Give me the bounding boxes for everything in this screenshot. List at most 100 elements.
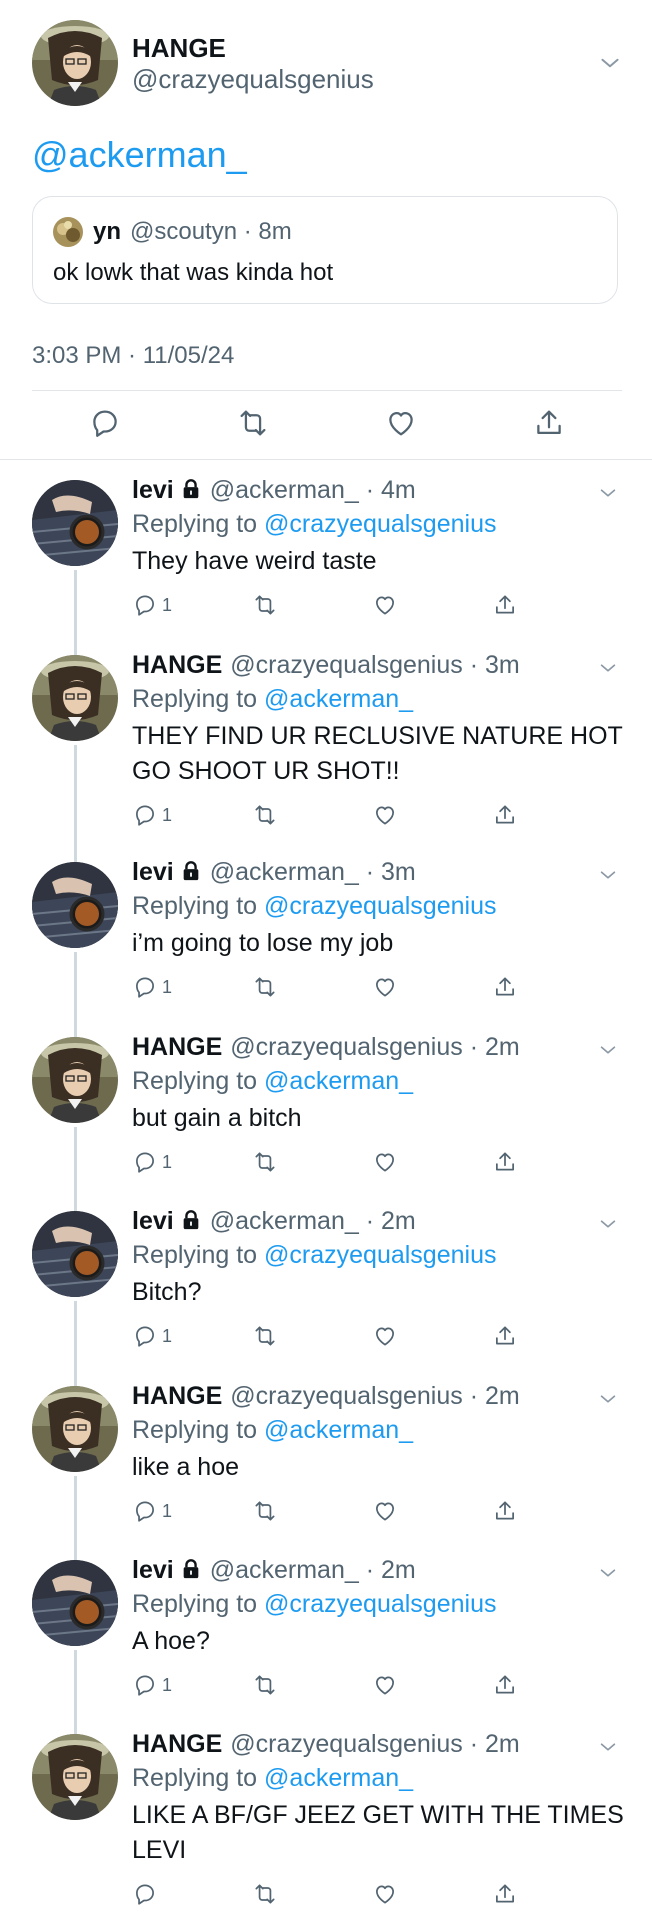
like-button[interactable] <box>372 1880 398 1908</box>
chevron-down-icon[interactable] <box>597 657 619 679</box>
author-handle[interactable]: @crazyequalsgenius · 2m <box>230 1730 519 1758</box>
like-button[interactable] <box>372 973 398 1001</box>
author-handle[interactable]: @crazyequalsgenius · 2m <box>230 1033 519 1061</box>
author-name[interactable]: HANGE <box>132 651 222 679</box>
like-button[interactable] <box>372 1671 398 1699</box>
share-button[interactable] <box>492 1671 518 1699</box>
chevron-down-icon[interactable] <box>597 1213 619 1235</box>
like-button[interactable] <box>372 591 398 619</box>
share-button[interactable] <box>492 1322 518 1350</box>
reply-author[interactable]: HANGE @crazyequalsgenius · 2m <box>132 1382 520 1411</box>
avatar[interactable] <box>32 1386 118 1472</box>
reply-text: but gain a bitch <box>132 1104 302 1132</box>
author-handle[interactable]: @crazyequalsgenius · 3m <box>230 651 519 679</box>
avatar[interactable] <box>32 862 118 948</box>
heart-icon <box>372 592 398 618</box>
tweet-text[interactable]: @ackerman_ <box>32 134 247 176</box>
share-button[interactable] <box>492 1497 518 1525</box>
chevron-down-icon[interactable] <box>597 1388 619 1410</box>
reply-author[interactable]: HANGE @crazyequalsgenius · 2m <box>132 1730 520 1759</box>
replying-to-mention[interactable]: @crazyequalsgenius <box>264 1590 496 1618</box>
like-button[interactable] <box>372 1497 398 1525</box>
chevron-down-icon[interactable] <box>597 50 623 76</box>
tweet-timestamp[interactable]: 3:03 PM · 11/05/24 <box>32 342 234 370</box>
author-handle[interactable]: @ackerman_ · 2m <box>210 1207 416 1235</box>
author-handle[interactable]: @ackerman_ · 2m <box>210 1556 416 1584</box>
author-name[interactable]: levi <box>132 476 174 504</box>
avatar[interactable] <box>32 1037 118 1123</box>
share-button[interactable] <box>492 973 518 1001</box>
retweet-icon <box>252 1149 278 1175</box>
reply-author[interactable]: levi @ackerman_ · 4m <box>132 476 416 505</box>
avatar[interactable] <box>32 1560 118 1646</box>
replying-to-mention[interactable]: @crazyequalsgenius <box>264 510 496 538</box>
retweet-button[interactable] <box>252 1148 278 1176</box>
replying-to-mention[interactable]: @crazyequalsgenius <box>264 1241 496 1269</box>
reply-text: THEY FIND UR RECLUSIVE NATURE HOT GO SHO… <box>132 722 623 785</box>
reply-author[interactable]: HANGE @crazyequalsgenius · 3m <box>132 651 520 680</box>
replying-to: Replying to @crazyequalsgenius <box>132 1241 496 1270</box>
replying-to-label: Replying to <box>132 1067 258 1095</box>
reply-button[interactable]: 1 <box>132 801 172 829</box>
author-name[interactable]: HANGE <box>132 1730 222 1758</box>
author-handle[interactable]: @ackerman_ · 3m <box>210 858 416 886</box>
share-button[interactable] <box>492 591 518 619</box>
reply-author[interactable]: levi @ackerman_ · 3m <box>132 858 416 887</box>
reply-author[interactable]: levi @ackerman_ · 2m <box>132 1556 416 1585</box>
like-button[interactable] <box>372 801 398 829</box>
reply-button[interactable]: 1 <box>132 1322 172 1350</box>
author-handle[interactable]: @ackerman_ · 4m <box>210 476 416 504</box>
chevron-down-icon[interactable] <box>597 482 619 504</box>
heart-icon <box>372 802 398 828</box>
reply-button[interactable]: 1 <box>132 1671 172 1699</box>
retweet-button[interactable] <box>252 1671 278 1699</box>
like-button[interactable] <box>372 1322 398 1350</box>
share-button[interactable] <box>492 801 518 829</box>
author-handle[interactable]: @crazyequalsgenius · 2m <box>230 1382 519 1410</box>
reply-author[interactable]: HANGE @crazyequalsgenius · 2m <box>132 1033 520 1062</box>
retweet-button[interactable] <box>252 801 278 829</box>
replying-to-mention[interactable]: @ackerman_ <box>264 1764 413 1792</box>
author-name[interactable]: HANGE <box>132 33 226 64</box>
retweet-button[interactable] <box>252 1322 278 1350</box>
reply-count: 1 <box>162 1674 173 1695</box>
retweet-button[interactable] <box>252 1880 278 1908</box>
reply-button[interactable]: 1 <box>132 1497 172 1525</box>
avatar[interactable] <box>32 20 118 106</box>
author-name[interactable]: HANGE <box>132 1033 222 1061</box>
replying-to-mention[interactable]: @ackerman_ <box>264 1067 413 1095</box>
avatar[interactable] <box>32 1211 118 1297</box>
author-name[interactable]: levi <box>132 1556 174 1584</box>
author-name[interactable]: HANGE <box>132 1382 222 1410</box>
chevron-down-icon[interactable] <box>597 1736 619 1758</box>
reply-author[interactable]: levi @ackerman_ · 2m <box>132 1207 416 1236</box>
reply-button[interactable]: 1 <box>132 973 172 1001</box>
quoted-tweet[interactable]: yn @scoutyn · 8m ok lowk that was kinda … <box>32 196 618 304</box>
reply-button[interactable] <box>132 1880 162 1908</box>
reply-icon[interactable] <box>88 406 122 440</box>
reply-button[interactable]: 1 <box>132 591 172 619</box>
chevron-down-icon[interactable] <box>597 1039 619 1061</box>
share-button[interactable] <box>492 1880 518 1908</box>
retweet-button[interactable] <box>252 973 278 1001</box>
chevron-down-icon[interactable] <box>597 1562 619 1584</box>
divider <box>32 390 622 391</box>
replying-to-mention[interactable]: @ackerman_ <box>264 1416 413 1444</box>
avatar[interactable] <box>32 655 118 741</box>
replying-to-mention[interactable]: @crazyequalsgenius <box>264 892 496 920</box>
heart-icon[interactable] <box>384 406 418 440</box>
chevron-down-icon[interactable] <box>597 864 619 886</box>
like-button[interactable] <box>372 1148 398 1176</box>
retweet-button[interactable] <box>252 1497 278 1525</box>
share-button[interactable] <box>492 1148 518 1176</box>
retweet-icon[interactable] <box>236 406 270 440</box>
author-handle[interactable]: @crazyequalsgenius <box>132 64 374 95</box>
reply-button[interactable]: 1 <box>132 1148 172 1176</box>
author-name[interactable]: levi <box>132 858 174 886</box>
avatar[interactable] <box>32 1734 118 1820</box>
replying-to-mention[interactable]: @ackerman_ <box>264 685 413 713</box>
share-icon[interactable] <box>532 406 566 440</box>
author-name[interactable]: levi <box>132 1207 174 1235</box>
retweet-button[interactable] <box>252 591 278 619</box>
avatar[interactable] <box>32 480 118 566</box>
